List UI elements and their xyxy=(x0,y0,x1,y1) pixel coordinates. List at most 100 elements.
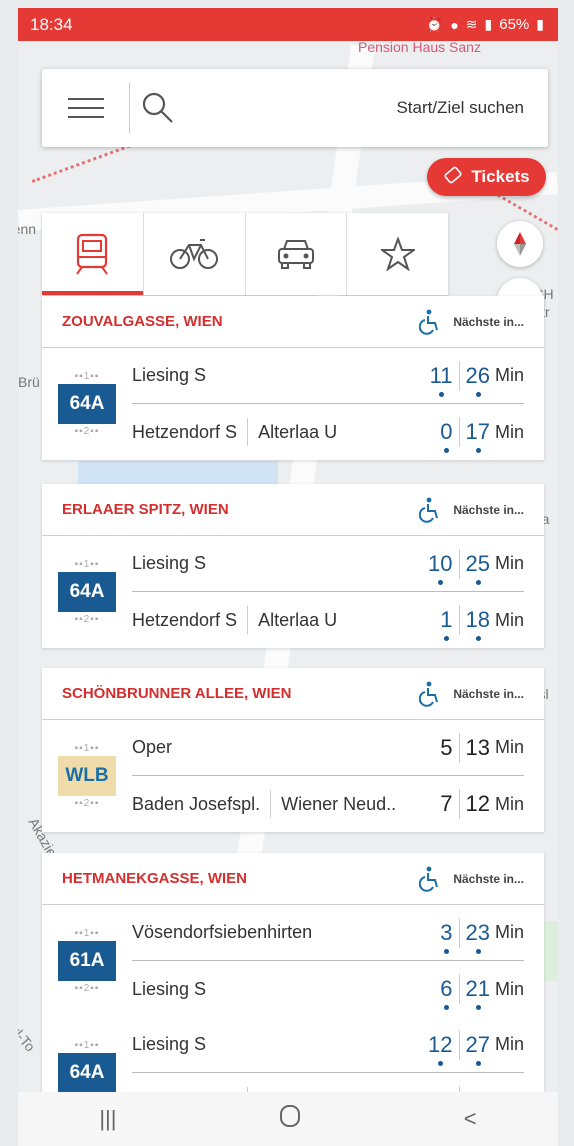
departure-row[interactable]: Vösendorfsiebenhirten 3 23 Min xyxy=(132,905,524,961)
next-departures-label: Nächste in... xyxy=(453,686,524,701)
minutes-unit: Min xyxy=(494,365,524,385)
destination: Liesing S xyxy=(132,978,207,999)
departure-row[interactable]: Oper 5 13 Min xyxy=(132,720,524,776)
hamburger-icon xyxy=(67,91,104,125)
departure-time-2: 25 xyxy=(465,550,490,585)
wheelchair-icon xyxy=(419,309,441,335)
recent-apps-icon[interactable]: ||| xyxy=(99,1106,116,1132)
tab-car[interactable] xyxy=(246,213,348,295)
direction-2-label: ▪▪2▪▪ xyxy=(74,983,100,994)
destination: Alterlaa U xyxy=(258,421,338,442)
departure-time-2: 27 xyxy=(465,1031,490,1066)
mode-tabs xyxy=(42,213,448,295)
minutes-unit: Min xyxy=(494,793,524,814)
destination: Alterlaa U xyxy=(258,609,338,630)
destination: Liesing S xyxy=(132,553,207,573)
train-icon xyxy=(76,233,109,275)
search-icon[interactable] xyxy=(130,91,186,125)
minutes-unit: Min xyxy=(494,609,524,630)
minutes-unit: Min xyxy=(494,737,524,757)
stop-title: ERLAAER SPITZ, WIEN xyxy=(62,501,229,518)
stop-card[interactable]: ZOUVALGASSE, WIEN Nächste in... ▪▪1▪▪ 64A ▪▪… xyxy=(42,296,544,460)
signal-icon: ▮ xyxy=(484,16,493,32)
alarm-icon: ⏰ xyxy=(425,16,444,32)
minutes-unit: Min xyxy=(494,553,524,573)
destination: Vösendorfsiebenhirten xyxy=(132,922,313,942)
minutes-unit: Min xyxy=(494,1034,524,1054)
map-label-bru: Brü xyxy=(18,374,40,390)
departure-row[interactable]: Liesing S 6 21 Min xyxy=(132,961,524,1017)
compass-button[interactable] xyxy=(497,221,543,267)
stop-header: ZOUVALGASSE, WIEN Nächste in... xyxy=(42,296,544,348)
departure-row[interactable]: Hetzendorf S Alterlaa U 1 18 Min xyxy=(132,592,524,648)
map-label-renn: renn xyxy=(18,221,37,237)
tab-public-transport[interactable] xyxy=(42,213,144,295)
minutes-unit: Min xyxy=(494,978,524,999)
line-badge: 64A xyxy=(58,1053,116,1092)
next-departures-label: Nächste in... xyxy=(453,871,524,886)
departure-row[interactable]: Liesing S 12 27 Min xyxy=(132,1017,524,1073)
android-nav-bar: ||| < xyxy=(18,1092,558,1146)
destination: Oper xyxy=(132,737,173,757)
departure-row[interactable]: Liesing S 11 26 Min xyxy=(132,348,524,404)
battery-icon: ▮ xyxy=(536,16,544,32)
status-bar: 18:34 ⏰ ● ≋ ▮ 65% ▮ xyxy=(18,8,558,41)
home-icon[interactable] xyxy=(279,1104,301,1134)
stop-card[interactable]: HETMANEKGASSE, WIEN Nächste in... ▪▪1▪▪ 61A… xyxy=(42,853,544,1092)
line-block[interactable]: ▪▪1▪▪ WLB ▪▪2▪▪ Oper 5 13 Min Baden Josefspl. Wi… xyxy=(42,720,544,832)
destination-divider xyxy=(247,606,249,634)
star-icon xyxy=(380,237,415,271)
departure-time-2: 21 xyxy=(465,976,490,1010)
destination-divider xyxy=(270,790,272,818)
direction-2-label: ▪▪2▪▪ xyxy=(74,426,100,437)
stop-title: ZOUVALGASSE, WIEN xyxy=(62,313,223,330)
stop-card[interactable]: SCHÖNBRUNNER ALLEE, WIEN Nächste in... ▪▪1… xyxy=(42,668,544,832)
departure-time-1: 6 xyxy=(440,976,453,1010)
direction-1-label: ▪▪1▪▪ xyxy=(74,559,100,570)
direction-1-label: ▪▪1▪▪ xyxy=(74,1040,100,1051)
minutes-unit: Min xyxy=(494,922,524,942)
wheelchair-icon xyxy=(419,681,441,707)
line-badge: 64A xyxy=(58,384,116,424)
line-block[interactable]: ▪▪1▪▪ 61A ▪▪2▪▪ Vösendorfsiebenhirten 3 23 Min… xyxy=(42,905,544,1017)
bicycle-icon xyxy=(170,239,219,269)
line-block[interactable]: ▪▪1▪▪64A▪▪2▪▪Liesing S1227MinHetzendorf … xyxy=(42,1017,544,1092)
departure-time-1: 12 xyxy=(428,1031,453,1066)
line-block[interactable]: ▪▪1▪▪ 64A ▪▪2▪▪ Liesing S 11 26 Min Hetzendorf … xyxy=(42,348,544,460)
stop-card[interactable]: ERLAAER SPITZ, WIEN Nächste in... ▪▪1▪▪ 64A… xyxy=(42,484,544,648)
wifi-icon: ≋ xyxy=(465,16,478,32)
search-input[interactable]: Start/Ziel suchen xyxy=(186,98,548,118)
stop-title: SCHÖNBRUNNER ALLEE, WIEN xyxy=(62,685,292,702)
tab-favorites[interactable] xyxy=(347,213,448,295)
direction-2-label: ▪▪2▪▪ xyxy=(74,614,100,625)
departure-row[interactable]: Hetzendorf SAlterlaa U016Min xyxy=(132,1073,524,1092)
departure-row[interactable]: Baden Josefspl. Wiener Neud.. 7 12 Min xyxy=(132,776,524,832)
status-time: 18:34 xyxy=(30,14,73,34)
back-icon[interactable]: < xyxy=(464,1106,477,1132)
departure-time-1: 0 xyxy=(440,419,453,453)
departure-row[interactable]: Hetzendorf S Alterlaa U 0 17 Min xyxy=(132,404,524,460)
stop-header: ERLAAER SPITZ, WIEN Nächste in... xyxy=(42,484,544,536)
departure-time-2: 12 xyxy=(465,791,490,816)
next-departures-label: Nächste in... xyxy=(453,502,524,517)
line-badge: 61A xyxy=(58,941,116,981)
minutes-unit: Min xyxy=(494,421,524,442)
car-icon xyxy=(277,240,314,269)
line-block[interactable]: ▪▪1▪▪ 64A ▪▪2▪▪ Liesing S 10 25 Min Hetzendorf … xyxy=(42,536,544,648)
tickets-button[interactable]: Tickets xyxy=(427,158,546,196)
destination: Baden Josefspl. xyxy=(132,793,261,814)
departure-time-1: 3 xyxy=(440,919,453,954)
departure-time-2: 17 xyxy=(465,419,490,453)
departure-time-1: 5 xyxy=(440,734,453,760)
wheelchair-icon xyxy=(419,497,441,523)
stop-title: HETMANEKGASSE, WIEN xyxy=(62,870,248,887)
departure-time-1: 11 xyxy=(429,362,453,397)
tab-bike[interactable] xyxy=(144,213,246,295)
menu-button[interactable] xyxy=(42,83,130,133)
battery-level: 65% xyxy=(499,16,530,33)
next-departures-label: Nächste in... xyxy=(453,314,524,329)
direction-2-label: ▪▪2▪▪ xyxy=(74,798,100,809)
destination: Hetzendorf S xyxy=(132,421,238,442)
departure-time-2: 18 xyxy=(465,607,490,641)
departure-row[interactable]: Liesing S 10 25 Min xyxy=(132,536,524,592)
